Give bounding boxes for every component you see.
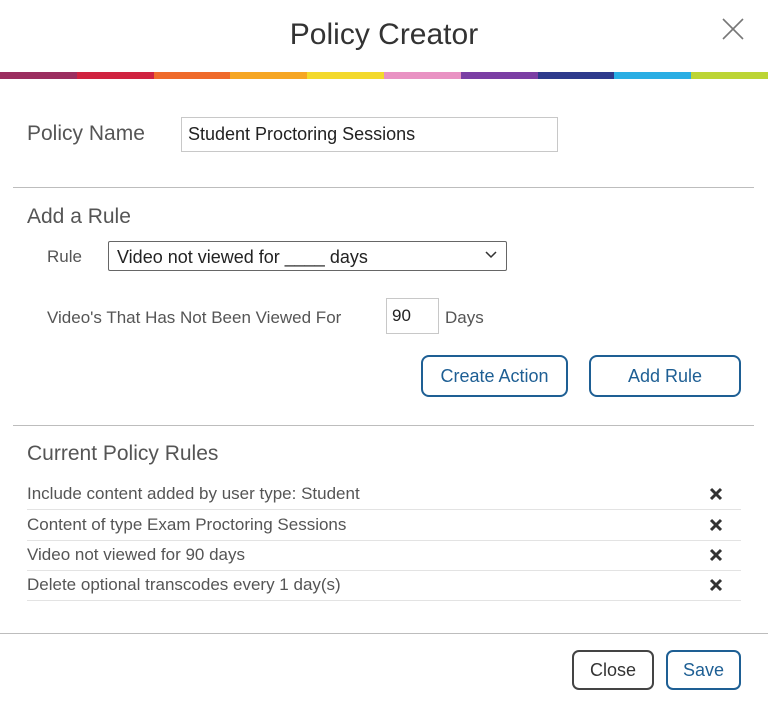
rainbow-segment [537, 72, 615, 79]
divider [13, 425, 754, 426]
rainbow-segment [691, 72, 768, 79]
footer-divider [0, 633, 768, 634]
rainbow-segment [153, 72, 231, 79]
rule-select-value: Video not viewed for ____ days [117, 247, 368, 267]
rainbow-segment [230, 72, 308, 79]
dialog-header: Policy Creator [0, 0, 768, 72]
add-rule-heading: Add a Rule [27, 205, 131, 228]
days-suffix-label: Days [445, 308, 484, 327]
rainbow-stripe [0, 72, 768, 79]
delete-x-icon[interactable] [709, 578, 723, 592]
add-rule-button[interactable]: Add Rule [589, 355, 741, 397]
rule-text: Include content added by user type: Stud… [27, 484, 360, 503]
delete-x-icon[interactable] [709, 518, 723, 532]
create-action-button[interactable]: Create Action [421, 355, 568, 397]
rainbow-segment [307, 72, 384, 79]
close-button[interactable]: Close [572, 650, 654, 690]
days-prefix-label: Video's That Has Not Been Viewed For [47, 308, 342, 327]
rule-text: Content of type Exam Proctoring Sessions [27, 515, 347, 534]
list-item: Delete optional transcodes every 1 day(s… [27, 570, 741, 601]
dialog-title: Policy Creator [289, 18, 479, 51]
list-item: Content of type Exam Proctoring Sessions [27, 510, 741, 541]
rainbow-segment [383, 72, 461, 79]
delete-x-icon[interactable] [709, 487, 723, 501]
chevron-down-icon [485, 251, 497, 259]
rainbow-segment [460, 72, 538, 79]
rule-label: Rule [47, 247, 82, 266]
rainbow-segment [0, 72, 77, 79]
list-item: Include content added by user type: Stud… [27, 479, 741, 510]
divider [13, 187, 754, 188]
days-input[interactable] [386, 298, 439, 334]
rule-text: Video not viewed for 90 days [27, 545, 245, 564]
current-rules-heading: Current Policy Rules [27, 442, 219, 465]
policy-name-label: Policy Name [27, 122, 145, 145]
rule-text: Delete optional transcodes every 1 day(s… [27, 575, 341, 594]
rainbow-segment [76, 72, 154, 79]
save-button[interactable]: Save [666, 650, 741, 690]
close-icon[interactable] [718, 14, 748, 44]
delete-x-icon[interactable] [709, 548, 723, 562]
policy-name-input[interactable] [181, 117, 558, 152]
list-item: Video not viewed for 90 days [27, 540, 741, 571]
rainbow-segment [614, 72, 692, 79]
rule-select[interactable]: Video not viewed for ____ days [108, 241, 507, 271]
